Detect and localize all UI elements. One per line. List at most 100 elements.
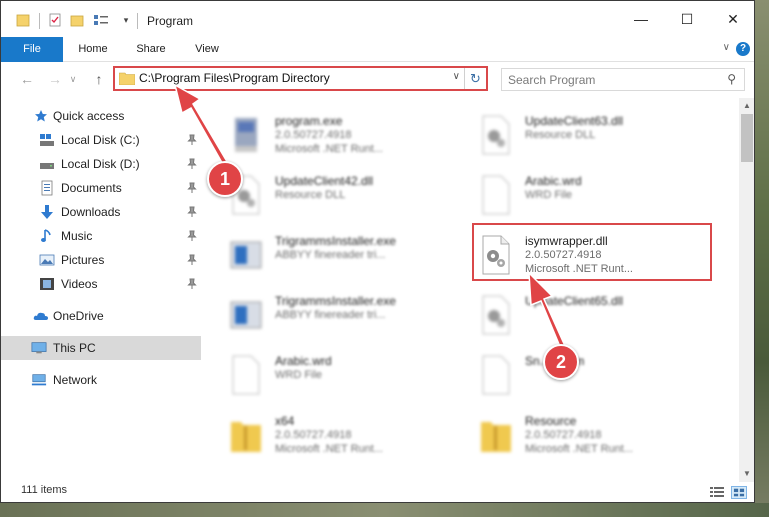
- close-button[interactable]: ✕: [710, 1, 754, 37]
- recent-locations-icon[interactable]: ∨: [67, 70, 79, 88]
- scroll-up-icon[interactable]: ▲: [739, 98, 754, 114]
- file-name: Arabic.wrd: [275, 354, 332, 368]
- ribbon-tabs: File Home Share View ∨ ?: [1, 37, 754, 62]
- music-icon: [39, 228, 55, 244]
- dll-icon: [482, 115, 510, 155]
- pictures-icon: [39, 252, 55, 268]
- network-icon: [31, 372, 47, 388]
- sidebar-item-local-disk-d[interactable]: Local Disk (D:): [1, 152, 201, 176]
- pin-icon[interactable]: [187, 158, 197, 170]
- desktop-background: [755, 0, 769, 517]
- desktop-background-bottom: [0, 503, 769, 517]
- pin-icon[interactable]: [187, 230, 197, 242]
- sidebar-item-music[interactable]: Music: [1, 224, 201, 248]
- sidebar-item-documents[interactable]: Documents: [1, 176, 201, 200]
- step-2-badge: 2: [543, 344, 579, 380]
- file-item[interactable]: TrigrammsInstaller.exe ABBYY finereader …: [201, 226, 441, 284]
- blank-file-icon: [482, 175, 510, 215]
- file-item[interactable]: x64 2.0.50727.4918 Microsoft .NET Runt..…: [201, 406, 441, 464]
- file-item[interactable]: Arabic.wrd WRD File: [201, 346, 441, 404]
- help-icon[interactable]: ?: [736, 42, 750, 56]
- file-item[interactable]: UpdateClient65.dll: [451, 286, 691, 344]
- file-item[interactable]: TrigrammsInstaller.exe ABBYY finereader …: [201, 286, 441, 344]
- title-separator: [137, 13, 138, 29]
- file-name: Resource: [525, 414, 577, 428]
- folder-icon: [15, 12, 31, 28]
- blank-file-icon: [232, 355, 260, 395]
- title-bar: ▾ Program — ☐ ✕: [1, 1, 754, 37]
- refresh-icon[interactable]: ↻: [464, 68, 486, 89]
- sidebar-item-local-disk-c[interactable]: Local Disk (C:): [1, 128, 201, 152]
- new-folder-icon[interactable]: [69, 12, 85, 28]
- file-name: UpdateClient42.dll: [275, 174, 374, 188]
- search-icon[interactable]: ⚲: [727, 72, 736, 86]
- sidebar-item-label: OneDrive: [53, 309, 104, 323]
- vertical-scrollbar[interactable]: ▲ ▼: [739, 98, 754, 482]
- properties-icon[interactable]: [47, 12, 63, 28]
- address-bar[interactable]: C:\Program Files\Program Directory ∨ ↻: [113, 66, 488, 91]
- file-detail: Microsoft .NET Runt...: [275, 443, 383, 455]
- tab-view[interactable]: View: [181, 37, 233, 62]
- tab-share[interactable]: Share: [125, 37, 177, 62]
- status-bar: 111 items: [1, 482, 754, 502]
- documents-icon: [39, 180, 55, 196]
- sidebar-item-network[interactable]: Network: [1, 368, 201, 392]
- pin-icon[interactable]: [187, 134, 197, 146]
- sidebar-item-label: Network: [53, 373, 98, 387]
- sidebar-item-quick-access[interactable]: Quick access: [1, 104, 201, 128]
- minimize-button[interactable]: —: [618, 1, 664, 37]
- file-name: TrigrammsInstaller.exe: [275, 294, 396, 308]
- sidebar-item-label: Local Disk (D:): [61, 157, 140, 171]
- explorer-window: ▾ Program — ☐ ✕ File Home Share View ∨ ?…: [0, 0, 755, 503]
- address-dropdown-icon[interactable]: ∨: [453, 71, 460, 82]
- navigation-bar: ← → ∨ ↑ C:\Program Files\Program Directo…: [1, 62, 754, 96]
- download-icon: [39, 204, 55, 220]
- file-detail: Microsoft .NET Runt...: [525, 443, 633, 455]
- sidebar-item-downloads[interactable]: Downloads: [1, 200, 201, 224]
- back-arrow-icon[interactable]: ←: [17, 70, 37, 88]
- file-name: program.exe: [275, 114, 343, 128]
- pin-icon[interactable]: [187, 182, 197, 194]
- tab-file[interactable]: File: [1, 37, 63, 62]
- pin-icon[interactable]: [187, 278, 197, 290]
- file-detail: WRD File: [275, 369, 323, 381]
- sidebar-item-onedrive[interactable]: OneDrive: [1, 304, 201, 328]
- file-item[interactable]: UpdateClient63.dll Resource DLL: [451, 106, 691, 164]
- tiles-view-icon[interactable]: [731, 486, 747, 499]
- customize-toolbar-icon[interactable]: [92, 12, 112, 28]
- file-item[interactable]: Resource 2.0.50727.4918 Microsoft .NET R…: [451, 406, 691, 464]
- sidebar-item-label: Documents: [61, 181, 122, 195]
- file-item[interactable]: Arabic.wrd WRD File: [451, 166, 691, 224]
- sidebar-item-videos[interactable]: Videos: [1, 272, 201, 296]
- title-separator: [39, 13, 40, 29]
- drive-icon: [39, 156, 55, 172]
- file-detail: Microsoft .NET Runt...: [275, 143, 383, 155]
- expand-ribbon-icon[interactable]: ∨: [723, 42, 730, 53]
- sidebar-item-label: Local Disk (C:): [61, 133, 140, 147]
- pin-icon[interactable]: [187, 206, 197, 218]
- forward-arrow-icon[interactable]: →: [45, 70, 65, 88]
- file-item[interactable]: program.exe 2.0.50727.4918 Microsoft .NE…: [201, 106, 441, 164]
- search-input[interactable]: [508, 72, 708, 88]
- scroll-down-icon[interactable]: ▼: [739, 466, 754, 482]
- file-name: UpdateClient63.dll: [525, 114, 624, 128]
- details-view-icon[interactable]: [709, 486, 725, 499]
- search-box[interactable]: ⚲: [501, 68, 745, 91]
- sidebar-item-this-pc[interactable]: This PC: [1, 336, 201, 360]
- installer-icon: [230, 301, 262, 329]
- maximize-button[interactable]: ☐: [664, 1, 710, 37]
- navigation-pane: Quick access Local Disk (C:) Local Disk …: [1, 98, 201, 475]
- sidebar-item-label: This PC: [53, 341, 96, 355]
- file-name: UpdateClient65.dll: [525, 294, 624, 308]
- file-name: Arabic.wrd: [525, 174, 582, 188]
- pin-icon[interactable]: [187, 254, 197, 266]
- highlight-box-file: [472, 223, 712, 281]
- tab-home[interactable]: Home: [67, 37, 119, 62]
- sidebar-item-label: Music: [61, 229, 93, 243]
- sidebar-item-pictures[interactable]: Pictures: [1, 248, 201, 272]
- file-list: program.exe 2.0.50727.4918 Microsoft .NE…: [201, 98, 739, 475]
- address-path[interactable]: C:\Program Files\Program Directory: [139, 71, 330, 85]
- up-arrow-icon[interactable]: ↑: [89, 70, 109, 88]
- quick-access-dropdown-icon[interactable]: ▾: [121, 12, 131, 28]
- scroll-thumb[interactable]: [741, 114, 753, 162]
